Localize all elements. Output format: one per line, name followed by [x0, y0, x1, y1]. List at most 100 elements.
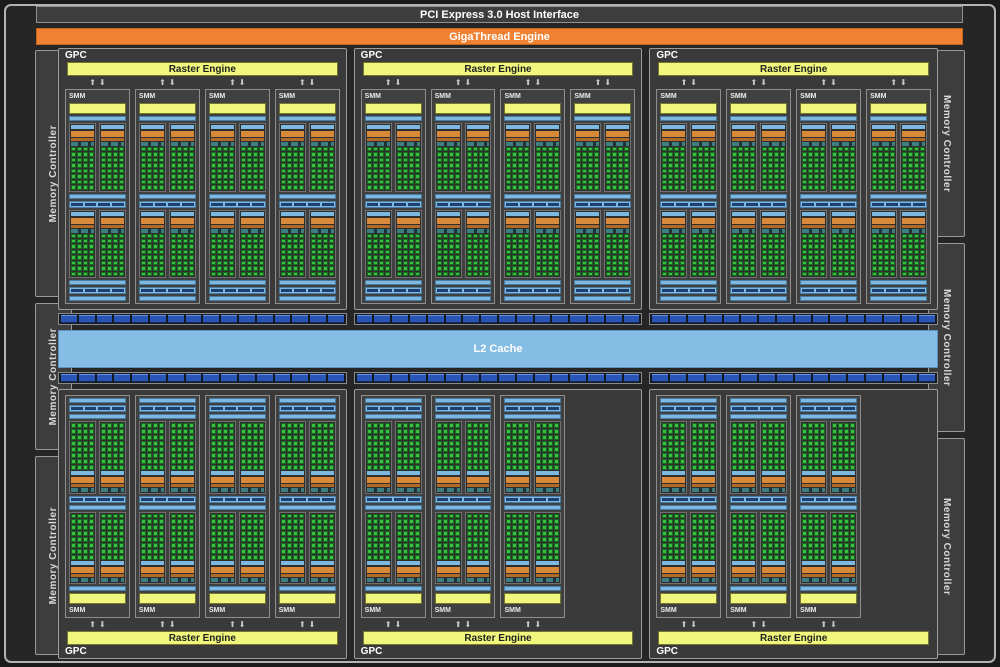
subblock-orange-bar: [397, 131, 420, 137]
core-cell: [71, 537, 76, 542]
crossbar-segment: [292, 315, 308, 323]
core-cell: [774, 549, 779, 554]
core-cell: [329, 531, 334, 536]
core-cell: [750, 255, 755, 259]
core-cell: [908, 266, 913, 270]
core-cell: [449, 465, 454, 470]
core-cell: [479, 239, 484, 243]
crossbar-segment: [203, 315, 219, 323]
core-cell: [189, 555, 194, 560]
crossbar-group: [58, 372, 347, 384]
core-cell: [808, 519, 813, 524]
crossbar-segment: [919, 374, 935, 382]
core-cell: [183, 255, 188, 259]
subblock-blue-bar: [311, 212, 334, 216]
core-cell: [323, 543, 328, 548]
core-cell: [183, 465, 188, 470]
core-cell: [554, 549, 559, 554]
crossbar-segment: [830, 374, 846, 382]
core-cell: [113, 163, 118, 167]
core-cell: [576, 152, 581, 156]
core-cell: [554, 147, 559, 151]
core-cell: [548, 152, 553, 156]
subblock-teal-bar: [71, 142, 94, 146]
subblock-dark-orange-bar: [662, 574, 685, 577]
core-cell: [844, 549, 849, 554]
core-cell: [437, 514, 442, 519]
smm-subblock: [69, 123, 96, 192]
core-cell: [311, 525, 316, 530]
core-cell: [211, 525, 216, 530]
core-cell: [732, 266, 737, 270]
core-cell: [247, 519, 252, 524]
core-cell: [141, 255, 146, 259]
core-cell: [844, 525, 849, 530]
smm-segmented-bar: [660, 287, 717, 294]
core-cell: [241, 250, 246, 254]
subblock-dark-orange-bar: [311, 138, 334, 141]
core-cell: [107, 152, 112, 156]
core-cell: [323, 174, 328, 178]
core-cell: [576, 158, 581, 162]
core-cell: [524, 465, 529, 470]
core-cell: [844, 435, 849, 440]
subblock-orange-bar: [367, 218, 390, 224]
crossbar-segment: [624, 315, 640, 323]
core-cell: [768, 429, 773, 434]
core-cell: [479, 549, 484, 554]
core-cell: [247, 429, 252, 434]
core-cell: [71, 447, 76, 452]
core-cell: [662, 147, 667, 151]
core-cell: [211, 514, 216, 519]
core-cell: [253, 459, 258, 464]
core-cell: [217, 525, 222, 530]
core-cell: [738, 429, 743, 434]
subblock-blue-bar: [692, 561, 715, 565]
core-cell: [524, 435, 529, 440]
core-cell: [113, 519, 118, 524]
down-arrow-icon: ⬇: [760, 621, 767, 629]
core-cell: [506, 174, 511, 178]
core-cell: [83, 453, 88, 458]
smm-processing-block: [435, 123, 492, 192]
core-cell: [914, 147, 919, 151]
core-cell: [832, 423, 837, 428]
core-cell: [403, 147, 408, 151]
core-cell: [884, 180, 889, 184]
core-cell: [536, 519, 541, 524]
subblock-blue-bar: [241, 125, 264, 129]
core-cell: [908, 244, 913, 248]
core-cell: [518, 514, 523, 519]
smm-blue-bar: [730, 116, 787, 121]
down-arrow-icon: ⬇: [395, 621, 402, 629]
gpc-label: GPC: [59, 49, 346, 62]
core-cell: [878, 255, 883, 259]
core-cell: [542, 234, 547, 238]
core-cell: [311, 543, 316, 548]
core-cell: [159, 441, 164, 446]
core-cell: [299, 459, 304, 464]
segmented-bar-cell: [506, 498, 518, 501]
core-cell: [802, 453, 807, 458]
core-cell: [89, 435, 94, 440]
core-cell: [802, 266, 807, 270]
core-cell: [367, 250, 372, 254]
smm-subblock: [435, 123, 462, 192]
smm-subblock: [830, 512, 857, 585]
subblock-blue-bar: [606, 212, 629, 216]
core-cell: [443, 441, 448, 446]
core-cell: [780, 174, 785, 178]
core-cell: [443, 250, 448, 254]
core-cell: [698, 169, 703, 173]
core-cell: [455, 180, 460, 184]
core-cell: [484, 555, 489, 560]
smm-segmented-bar: [279, 201, 336, 208]
subblock-teal-bar: [536, 142, 559, 146]
core-cell: [710, 465, 715, 470]
core-cell: [594, 180, 599, 184]
core-cell: [850, 453, 855, 458]
core-cell: [153, 429, 158, 434]
core-grid: [171, 147, 194, 190]
core-cell: [808, 174, 813, 178]
core-cell: [920, 272, 925, 276]
